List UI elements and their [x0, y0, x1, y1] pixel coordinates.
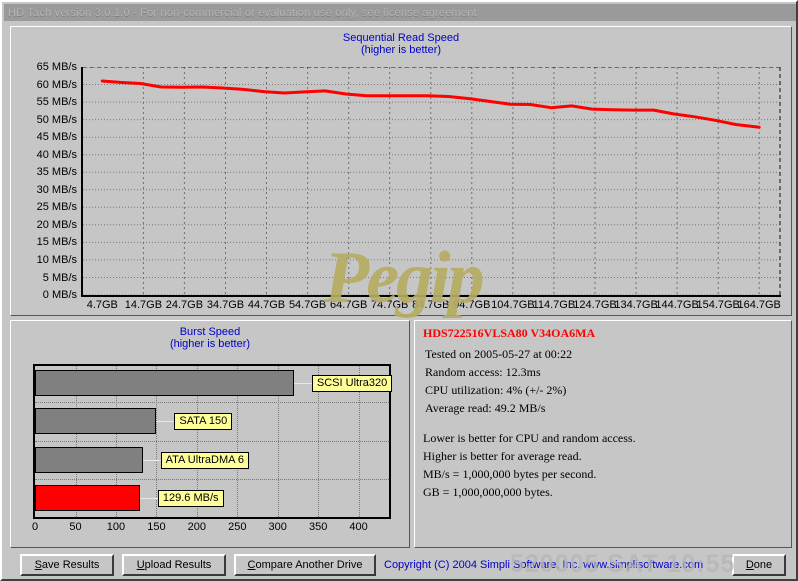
- random-access-label: Random access: 12.3ms: [425, 365, 541, 379]
- sequential-x-tick: 14.7GB: [124, 299, 163, 311]
- burst-bar: [35, 484, 140, 511]
- sequential-x-tick: 54.7GB: [288, 299, 327, 311]
- sequential-x-tick: 134.7GB: [614, 299, 658, 311]
- window-titlebar: HD Tach version 3.0.1.0 - For non-commer…: [4, 4, 796, 21]
- window-title: HD Tach version 3.0.1.0 - For non-commer…: [8, 6, 477, 19]
- sequential-title-line1: Sequential Read Speed: [342, 32, 460, 44]
- average-read-label: Average read: 49.2 MB/s: [425, 401, 546, 415]
- sequential-x-tick: 94.7GB: [453, 299, 491, 311]
- burst-x-tick: 300: [268, 521, 287, 533]
- burst-x-tick: 50: [69, 521, 82, 533]
- burst-bar-leader-line: [139, 497, 158, 499]
- sequential-y-tick: 45 MB/s: [36, 131, 77, 144]
- upload-results-button[interactable]: Upload Results: [122, 554, 226, 576]
- note-gb-definition: GB = 1,000,000,000 bytes.: [423, 485, 553, 499]
- save-results-button[interactable]: Save Results: [20, 554, 114, 576]
- sequential-x-tick: 24.7GB: [165, 299, 204, 311]
- done-accel: D: [745, 559, 754, 571]
- sequential-line-chart: [83, 67, 781, 295]
- sequential-y-tick: 50 MB/s: [36, 113, 77, 126]
- burst-bar-label: SCSI Ultra320: [311, 375, 393, 393]
- sequential-chart-title: Sequential Read Speed (higher is better): [11, 27, 791, 56]
- burst-bar-label: ATA UltraDMA 6: [160, 451, 250, 469]
- burst-title-line2: (higher is better): [169, 338, 251, 350]
- burst-speed-panel: Burst Speed (higher is better) SCSI Ultr…: [10, 320, 410, 548]
- drive-model-label: HDS722516VLSA80 V34OA6MA: [423, 326, 596, 340]
- burst-row-divider: [35, 440, 391, 442]
- sequential-y-tick: 15 MB/s: [36, 236, 77, 249]
- sequential-y-tick: 25 MB/s: [36, 201, 77, 214]
- burst-x-axis-labels: 0 50 100 150 200 250 300 350 400: [31, 521, 393, 537]
- sequential-x-tick: 4.7GB: [86, 299, 118, 311]
- sequential-y-tick: 35 MB/s: [36, 166, 77, 179]
- sequential-title-line2: (higher is better): [360, 44, 442, 56]
- sequential-x-tick: 64.7GB: [330, 299, 368, 311]
- sequential-y-tick: 65 MB/s: [36, 61, 77, 73]
- sequential-y-tick: 30 MB/s: [36, 183, 77, 196]
- burst-bar-label: SATA 150: [174, 413, 233, 431]
- burst-bar-leader-line: [156, 421, 175, 423]
- save-label: ave Results: [41, 559, 100, 571]
- burst-bar-label: 129.6 MB/s: [157, 489, 224, 507]
- compare-label: ompare Another Drive: [255, 559, 363, 571]
- sequential-x-tick: 144.7GB: [655, 299, 699, 311]
- burst-bar: [35, 408, 157, 435]
- burst-title-line1: Burst Speed: [179, 326, 241, 338]
- burst-x-tick: 0: [31, 521, 39, 533]
- sequential-x-tick: 124.7GB: [573, 299, 617, 311]
- sequential-x-tick: 164.7GB: [737, 299, 781, 311]
- sequential-y-tick: 0 MB/s: [42, 289, 77, 301]
- sequential-x-tick: 114.7GB: [532, 299, 576, 311]
- sequential-x-tick: 34.7GB: [206, 299, 245, 311]
- burst-bar: [35, 370, 294, 397]
- note-higher-is-better: Higher is better for average read.: [423, 449, 582, 463]
- tested-on-label: Tested on 2005-05-27 at 00:22: [425, 347, 573, 361]
- burst-plot-top-border: [35, 364, 391, 366]
- sequential-y-axis-labels: 65 MB/s 60 MB/s 55 MB/s 50 MB/s 45 MB/s 40 MB…: [11, 61, 79, 301]
- compare-another-drive-button[interactable]: Compare Another Drive: [234, 554, 376, 576]
- copyright-label: Copyright (C) 2004 Simpli Software, Inc.…: [384, 559, 704, 571]
- burst-x-tick: 100: [106, 521, 126, 533]
- burst-x-tick: 200: [187, 521, 206, 533]
- upload-accel: U: [136, 559, 145, 571]
- note-mbs-definition: MB/s = 1,000,000 bytes per second.: [423, 467, 597, 481]
- sequential-x-tick: 154.7GB: [696, 299, 740, 311]
- sequential-y-tick: 10 MB/s: [36, 253, 77, 266]
- save-accel: S: [34, 559, 42, 571]
- burst-x-tick: 250: [228, 521, 247, 533]
- sequential-x-tick: 74.7GB: [371, 299, 409, 311]
- burst-x-tick: 150: [147, 521, 166, 533]
- sequential-plot-area: [81, 67, 781, 297]
- burst-row-divider: [35, 402, 391, 404]
- sequential-y-tick: 40 MB/s: [36, 148, 77, 161]
- hd-tach-window: HD Tach version 3.0.1.0 - For non-commer…: [0, 0, 798, 581]
- burst-x-tick: 350: [309, 521, 328, 533]
- sequential-y-tick: 55 MB/s: [36, 96, 77, 109]
- sequential-y-tick: 60 MB/s: [36, 78, 77, 91]
- upload-label: pload Results: [144, 559, 212, 571]
- sequential-x-tick: 44.7GB: [247, 299, 286, 311]
- burst-plot-area: SCSI Ultra320 SATA 150 ATA UltraDMA 6 129.6…: [33, 364, 393, 519]
- sequential-x-tick: 104.7GB: [491, 299, 535, 311]
- sequential-y-tick: 5 MB/s: [42, 271, 77, 284]
- drive-info-panel: HDS722516VLSA80 V34OA6MA Tested on 2005-…: [414, 320, 792, 548]
- burst-bar-leader-line: [142, 459, 161, 461]
- burst-row-divider: [35, 478, 391, 480]
- done-button[interactable]: Done: [732, 554, 786, 576]
- done-label: one: [753, 559, 773, 571]
- sequential-x-axis-labels: 4.7GB 14.7GB 24.7GB 34.7GB 44.7GB 54.7GB 64.7G…: [81, 299, 787, 315]
- sequential-y-tick: 20 MB/s: [36, 218, 77, 231]
- note-lower-is-better: Lower is better for CPU and random acces…: [423, 431, 636, 445]
- burst-x-tick: 400: [349, 521, 368, 533]
- sequential-x-tick: 84.7GB: [412, 299, 450, 311]
- sequential-read-panel: Sequential Read Speed (higher is better)…: [10, 26, 792, 316]
- burst-bar: [35, 446, 143, 473]
- burst-bar-leader-line: [293, 383, 312, 385]
- cpu-utilization-label: CPU utilization: 4% (+/- 2%): [425, 383, 567, 397]
- burst-chart-title: Burst Speed (higher is better): [11, 321, 409, 350]
